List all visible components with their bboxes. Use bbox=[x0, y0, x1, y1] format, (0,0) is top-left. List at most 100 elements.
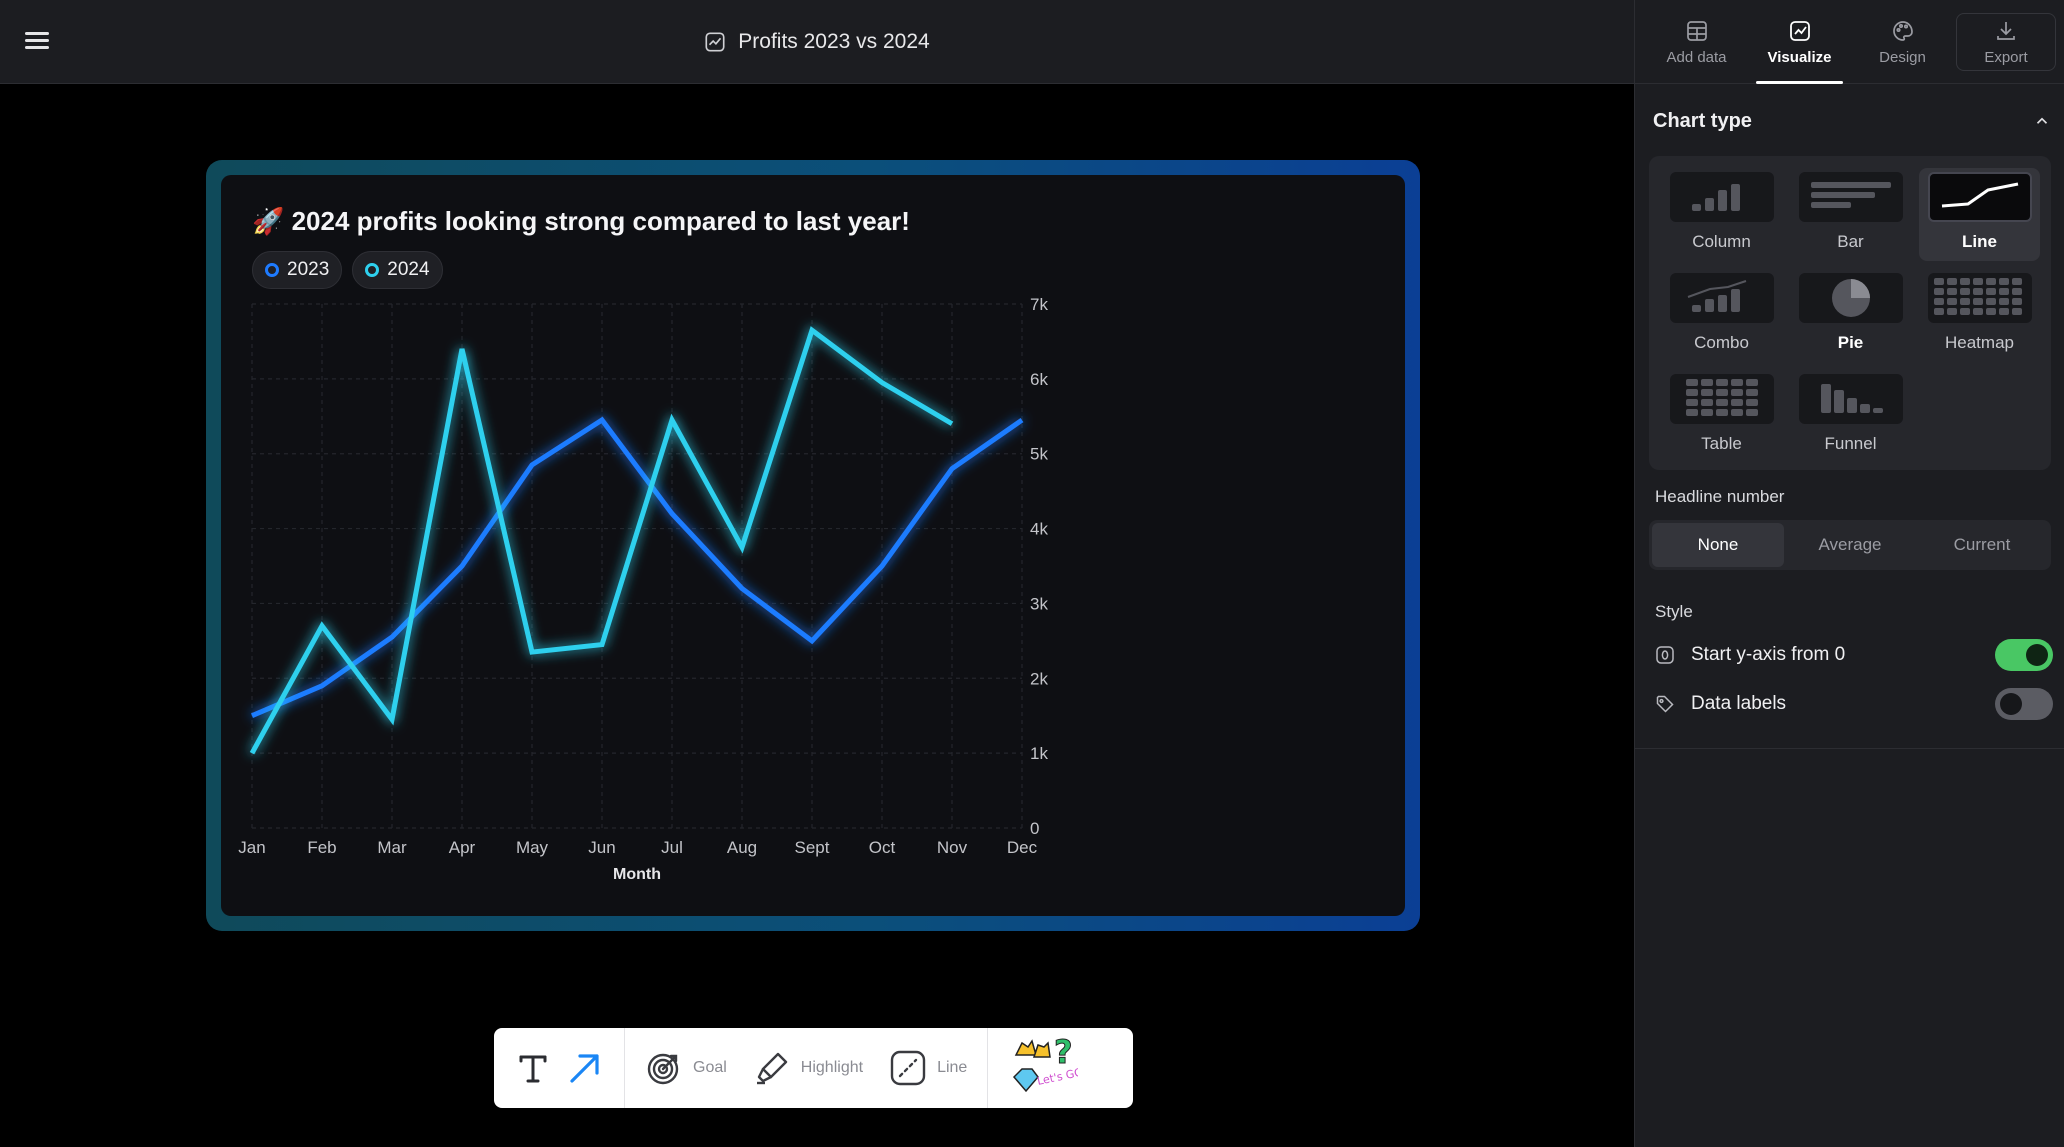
table-cell bbox=[1715, 379, 1728, 386]
x-axis-label: Month bbox=[613, 866, 661, 883]
table-cell bbox=[1730, 379, 1743, 386]
x-tick-label: Jun bbox=[588, 838, 615, 857]
table-chart-icon bbox=[1669, 374, 1774, 424]
table-cell bbox=[1700, 409, 1713, 416]
table-cell bbox=[1685, 409, 1698, 416]
table-cell bbox=[1700, 399, 1713, 406]
headline-option-average[interactable]: Average bbox=[1784, 523, 1916, 567]
table-cell bbox=[1745, 399, 1758, 406]
goal-label: Goal bbox=[693, 1059, 727, 1076]
chart-type-combo[interactable]: Combo bbox=[1661, 269, 1782, 362]
table-cell bbox=[1745, 409, 1758, 416]
table-cell bbox=[1715, 409, 1728, 416]
settings-panel: Add data Visualize Design Export Chart t… bbox=[1634, 0, 2064, 1147]
headline-number-label: Headline number bbox=[1655, 487, 1785, 506]
sticker-tool[interactable]: ? Let's GO! bbox=[1008, 1033, 1078, 1103]
highlight-label: Highlight bbox=[800, 1059, 864, 1076]
data-labels-row: Data labels bbox=[1655, 687, 2053, 721]
chart-legend: 2023 2024 bbox=[252, 251, 443, 289]
document-title-text: Profits 2023 vs 2024 bbox=[738, 30, 930, 53]
type-label: Pie bbox=[1837, 333, 1864, 352]
column-chart-icon bbox=[1669, 172, 1774, 222]
tab-visualize[interactable]: Visualize bbox=[1748, 0, 1851, 84]
chevron-up-icon[interactable] bbox=[2033, 112, 2051, 130]
heatmap-cell bbox=[1998, 288, 2009, 295]
download-icon bbox=[1997, 21, 2015, 40]
legend-item-2023[interactable]: 2023 bbox=[252, 251, 343, 289]
chart-type-header[interactable]: Chart type bbox=[1653, 108, 2051, 134]
svg-text:?: ? bbox=[1054, 1033, 1073, 1071]
heatmap-cell bbox=[1933, 288, 1944, 295]
heatmap-cell bbox=[1933, 308, 1944, 315]
x-tick-label: Oct bbox=[869, 838, 896, 857]
chart-type-line[interactable]: Line bbox=[1919, 168, 2040, 261]
palette-icon bbox=[1892, 20, 1913, 41]
headline-option-none[interactable]: None bbox=[1652, 523, 1784, 567]
x-tick-label: Aug bbox=[727, 838, 757, 857]
heatmap-cell bbox=[2011, 288, 2022, 295]
panel-divider bbox=[1635, 748, 2064, 749]
heatmap-icon bbox=[1927, 273, 2032, 323]
table-cell bbox=[1745, 379, 1758, 386]
toolbar-group-annotations: Goal Highlight Line bbox=[625, 1028, 989, 1108]
legend-item-2024[interactable]: 2024 bbox=[352, 251, 443, 289]
data-labels-label: Data labels bbox=[1691, 693, 1787, 714]
line-label: Line bbox=[937, 1059, 968, 1076]
y-tick-label: 3k bbox=[1030, 594, 1048, 613]
table-cell bbox=[1700, 379, 1713, 386]
chart-type-column[interactable]: Column bbox=[1661, 168, 1782, 261]
start-y-axis-row: Start y-axis from 0 bbox=[1655, 638, 2053, 672]
chart-title[interactable]: 🚀 2024 profits looking strong compared t… bbox=[252, 206, 910, 237]
heatmap-cell bbox=[1933, 278, 1944, 285]
table-cell bbox=[1685, 399, 1698, 406]
chart-type-grid: Column Bar Line Combo Pie Heatmap Table … bbox=[1649, 156, 2051, 470]
x-tick-label: Apr bbox=[449, 838, 476, 857]
table-cell bbox=[1730, 389, 1743, 396]
line-tool[interactable]: Line bbox=[889, 1049, 967, 1087]
x-tick-label: May bbox=[516, 838, 549, 857]
toolbar-group-basic bbox=[494, 1028, 625, 1108]
heatmap-cell bbox=[1998, 308, 2009, 315]
export-button[interactable]: Export bbox=[1956, 13, 2056, 71]
heatmap-cell bbox=[2011, 298, 2022, 305]
tab-label: Export bbox=[1984, 48, 2028, 66]
legend-label: 2023 bbox=[287, 259, 330, 280]
heatmap-cell bbox=[2011, 278, 2022, 285]
heatmap-cell bbox=[1972, 278, 1983, 285]
chart-type-bar[interactable]: Bar bbox=[1790, 168, 1911, 261]
type-label: Combo bbox=[1694, 333, 1749, 352]
highlight-tool[interactable]: Highlight bbox=[753, 1049, 863, 1087]
goal-tool[interactable]: Goal bbox=[645, 1049, 727, 1087]
arrow-icon bbox=[570, 1054, 599, 1083]
text-tool[interactable] bbox=[514, 1049, 552, 1087]
heatmap-cell bbox=[1959, 298, 1970, 305]
start-y-axis-label: Start y-axis from 0 bbox=[1691, 644, 1846, 665]
heatmap-cell bbox=[1972, 308, 1983, 315]
bar-chart-icon bbox=[1798, 172, 1903, 222]
chart-icon bbox=[705, 32, 725, 52]
combo-chart-icon bbox=[1669, 273, 1774, 323]
zero-icon bbox=[1656, 646, 1674, 664]
table-cell bbox=[1730, 409, 1743, 416]
type-label: Line bbox=[1962, 232, 1997, 251]
headline-option-current[interactable]: Current bbox=[1916, 523, 2048, 567]
document-title[interactable]: Profits 2023 vs 2024 bbox=[0, 0, 1634, 84]
chart-type-pie[interactable]: Pie bbox=[1790, 269, 1911, 362]
x-tick-label: Jul bbox=[661, 838, 683, 857]
tab-add-data[interactable]: Add data bbox=[1645, 0, 1748, 84]
legend-dot-icon bbox=[265, 263, 279, 277]
data-labels-toggle[interactable] bbox=[1995, 688, 2053, 720]
heatmap-cell bbox=[1959, 308, 1970, 315]
dashed-line-icon bbox=[890, 1050, 926, 1086]
chart-type-funnel[interactable]: Funnel bbox=[1790, 370, 1911, 463]
tab-design[interactable]: Design bbox=[1851, 0, 1954, 84]
pie-chart-icon bbox=[1798, 273, 1903, 323]
heatmap-cell bbox=[1985, 298, 1996, 305]
y-tick-label: 5k bbox=[1030, 445, 1048, 464]
heatmap-cell bbox=[1972, 288, 1983, 295]
table-cell bbox=[1715, 389, 1728, 396]
chart-type-heatmap[interactable]: Heatmap bbox=[1919, 269, 2040, 362]
start-y-axis-toggle[interactable] bbox=[1995, 639, 2053, 671]
chart-type-table[interactable]: Table bbox=[1661, 370, 1782, 463]
arrow-tool[interactable] bbox=[566, 1049, 604, 1087]
